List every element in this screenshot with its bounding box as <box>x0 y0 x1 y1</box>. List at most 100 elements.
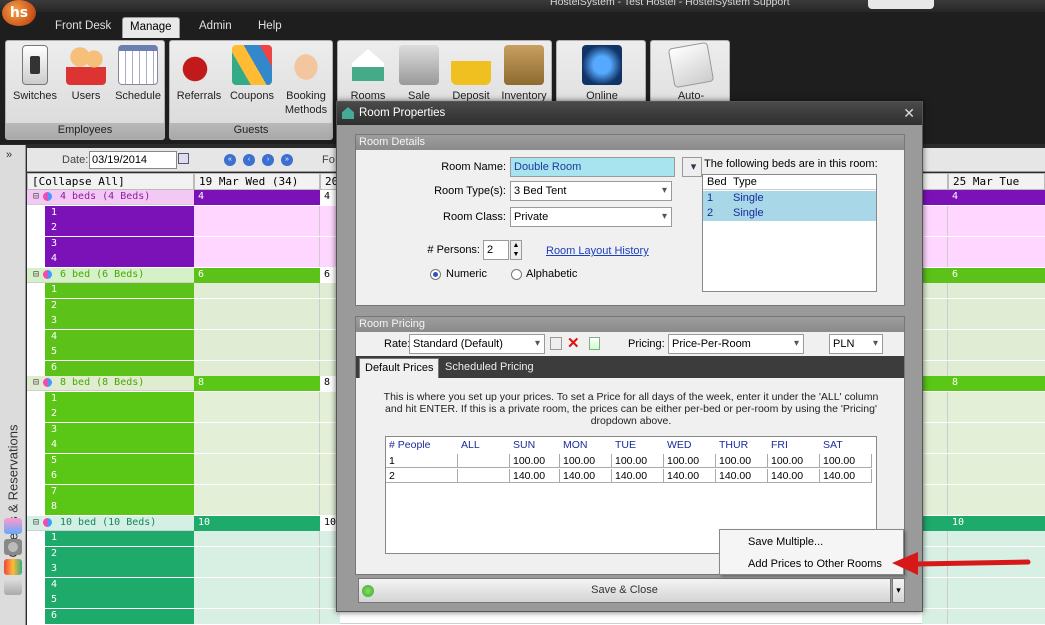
grid-cell[interactable] <box>922 345 948 360</box>
grid-cell[interactable] <box>194 438 320 453</box>
grid-cell[interactable] <box>194 577 320 593</box>
coupons-button[interactable]: Coupons <box>228 45 276 103</box>
grid-cell[interactable] <box>194 236 320 252</box>
grid-cell[interactable] <box>948 205 1045 221</box>
save-multiple-menu-item[interactable]: Save Multiple... <box>748 536 823 548</box>
tab-manage[interactable]: Manage <box>122 17 180 39</box>
grid-cell[interactable] <box>194 391 320 407</box>
search-icon[interactable] <box>4 539 22 555</box>
auto-button[interactable]: Auto- <box>667 41 715 103</box>
price-cell[interactable]: 100.00 <box>560 454 612 468</box>
grid-cell[interactable] <box>948 453 1045 469</box>
grid-cell[interactable] <box>922 205 948 221</box>
table-row[interactable]: 2 Single <box>703 206 876 221</box>
grid-cell[interactable] <box>194 484 320 500</box>
save-dropdown-button[interactable]: ▾ <box>892 578 905 603</box>
tab-admin[interactable]: Admin <box>199 20 232 32</box>
grid-cell[interactable] <box>948 593 1045 608</box>
booking-methods-button[interactable]: Booking Methods <box>280 45 332 117</box>
grid-cell[interactable] <box>194 345 320 360</box>
grid-cell[interactable] <box>922 593 948 608</box>
tab-front-desk[interactable]: Front Desk <box>55 20 111 32</box>
grid-cell[interactable] <box>922 577 948 593</box>
grid-cell[interactable] <box>194 283 320 298</box>
grid-cell[interactable] <box>922 422 948 438</box>
grid-cell[interactable] <box>922 236 948 252</box>
users-button[interactable]: Users <box>63 45 109 103</box>
grid-cell[interactable] <box>922 283 948 298</box>
sidebar-label[interactable]: Guests & Reservations <box>6 408 21 558</box>
grid-cell[interactable] <box>922 221 948 236</box>
referrals-button[interactable]: Referrals <box>174 45 224 103</box>
calendar-icon[interactable] <box>178 153 189 164</box>
next-icon[interactable]: › <box>262 154 274 166</box>
room-name-input[interactable]: Double Room <box>510 157 675 177</box>
grid-cell[interactable] <box>922 484 948 500</box>
price-cell[interactable]: 140.00 <box>612 469 664 483</box>
first-icon[interactable]: « <box>224 154 236 166</box>
guests-icon[interactable] <box>4 518 22 534</box>
grid-cell[interactable] <box>948 469 1045 484</box>
close-icon[interactable]: ✕ <box>903 105 915 122</box>
add-prices-other-rooms-menu-item[interactable]: Add Prices to Other Rooms <box>748 558 882 570</box>
grid-cell[interactable] <box>194 562 320 577</box>
price-cell[interactable] <box>458 469 510 483</box>
online-button[interactable]: Online <box>579 45 625 103</box>
add-icon[interactable] <box>589 337 600 350</box>
price-cell[interactable]: 1 <box>386 454 458 468</box>
schedule-button[interactable]: Schedule <box>112 45 164 103</box>
tab-scheduled-pricing[interactable]: Scheduled Pricing <box>440 358 539 378</box>
persons-input[interactable]: 2 <box>483 240 509 260</box>
price-cell[interactable]: 2 <box>386 469 458 483</box>
grid-cell[interactable] <box>922 438 948 453</box>
collapse-icon[interactable]: ⊟ <box>29 190 43 205</box>
grid-cell[interactable] <box>948 531 1045 546</box>
sale-button[interactable]: Sale <box>396 45 442 103</box>
collapse-icon[interactable]: ⊟ <box>29 268 43 283</box>
price-cell[interactable]: 100.00 <box>820 454 872 468</box>
grid-cell[interactable] <box>948 345 1045 360</box>
grid-cell[interactable] <box>194 546 320 562</box>
grid-cell[interactable] <box>922 329 948 345</box>
grid-cell[interactable] <box>922 453 948 469</box>
grid-cell[interactable] <box>948 236 1045 252</box>
price-cell[interactable]: 100.00 <box>510 454 560 468</box>
date-input[interactable] <box>89 151 177 169</box>
prev-icon[interactable]: ‹ <box>243 154 255 166</box>
grid-cell[interactable] <box>922 407 948 422</box>
table-row[interactable]: 1 Single <box>703 191 876 206</box>
currency-select[interactable]: PLN <box>829 334 883 354</box>
grid-cell[interactable] <box>194 314 320 329</box>
grid-cell[interactable] <box>948 577 1045 593</box>
grid-cell[interactable] <box>194 205 320 221</box>
price-cell[interactable]: 140.00 <box>664 469 716 483</box>
rate-select[interactable]: Standard (Default) <box>409 334 545 354</box>
price-cell[interactable]: 140.00 <box>768 469 820 483</box>
app-logo[interactable]: hs <box>2 0 36 26</box>
persons-stepper[interactable]: ▲ ▼ <box>510 240 522 260</box>
price-cell[interactable]: 100.00 <box>716 454 768 468</box>
grid-cell[interactable] <box>922 360 948 376</box>
grid-cell[interactable] <box>922 391 948 407</box>
numeric-radio[interactable] <box>430 269 441 280</box>
last-icon[interactable]: » <box>281 154 293 166</box>
grid-cell[interactable] <box>922 531 948 546</box>
tools-icon[interactable] <box>4 579 22 595</box>
collapse-icon[interactable]: ⊟ <box>29 516 43 531</box>
room-class-select[interactable]: Private <box>510 207 672 227</box>
delete-icon[interactable]: ✕ <box>567 334 580 352</box>
rooms-button[interactable]: Rooms <box>346 45 390 103</box>
chart-icon[interactable] <box>4 559 22 575</box>
price-cell[interactable]: 140.00 <box>820 469 872 483</box>
grid-cell[interactable] <box>194 593 320 608</box>
switches-button[interactable]: Switches <box>12 45 58 103</box>
grid-cell[interactable] <box>948 391 1045 407</box>
grid-cell[interactable] <box>948 422 1045 438</box>
grid-cell[interactable] <box>194 608 320 624</box>
grid-cell[interactable] <box>948 484 1045 500</box>
chevron-down-icon[interactable]: ▾ <box>682 157 702 177</box>
grid-cell[interactable] <box>194 469 320 484</box>
grid-cell[interactable] <box>948 608 1045 624</box>
grid-cell[interactable] <box>194 221 320 236</box>
grid-cell[interactable] <box>948 407 1045 422</box>
